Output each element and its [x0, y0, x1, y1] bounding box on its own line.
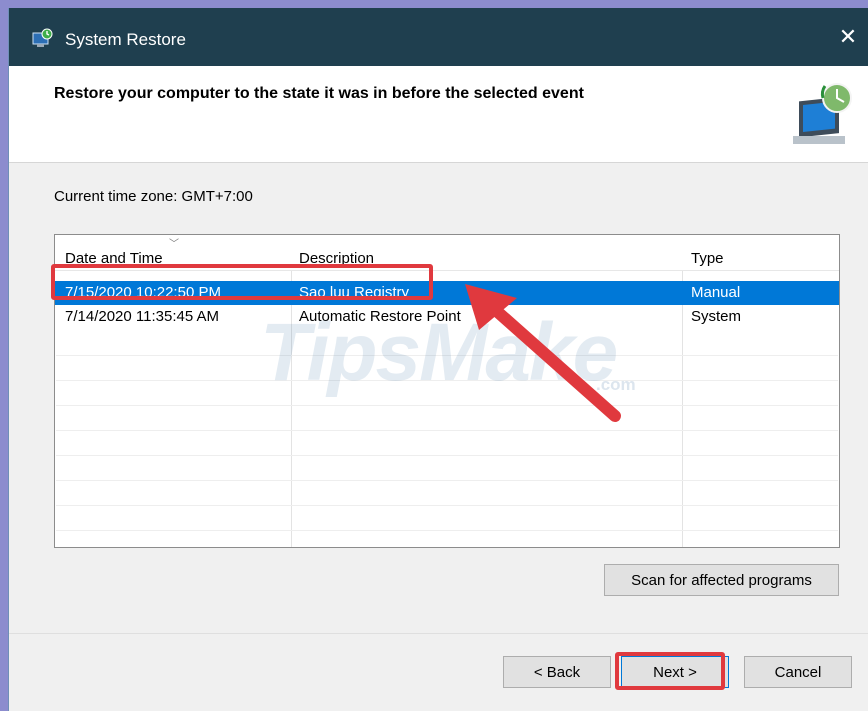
scan-affected-programs-button[interactable]: Scan for affected programs [604, 564, 839, 596]
back-button[interactable]: < Back [503, 656, 611, 688]
window-title: System Restore [65, 30, 186, 49]
row-gridline [56, 530, 838, 531]
cell-date: 7/15/2020 10:22:50 PM [65, 284, 221, 301]
column-header-type[interactable]: Type [691, 250, 724, 267]
cell-type: System [691, 308, 742, 325]
row-gridline [56, 355, 838, 356]
cancel-button[interactable]: Cancel [744, 656, 852, 688]
cell-description: Automatic Restore Point [299, 308, 461, 325]
sort-arrow-icon: ﹀ [169, 239, 179, 250]
next-button[interactable]: Next > [621, 656, 729, 688]
cell-date: 7/14/2020 11:35:45 AM [65, 308, 220, 325]
row-gridline [56, 480, 838, 481]
close-icon[interactable]: ✕ [835, 24, 861, 50]
system-restore-window: System Restore ✕ Restore your computer t… [8, 8, 868, 711]
row-gridline [56, 430, 838, 431]
title-bar: System Restore ✕ [9, 8, 868, 66]
row-gridline [56, 505, 838, 506]
table-row[interactable]: 7/15/2020 10:22:50 PM Sao luu Registry M… [55, 281, 839, 305]
cell-type: Manual [691, 284, 741, 301]
column-header-description[interactable]: Description [299, 250, 374, 267]
page-heading: Restore your computer to the state it wa… [54, 85, 584, 102]
cell-description: Sao luu Registry [299, 284, 410, 301]
column-header-date[interactable]: Date and Time [65, 250, 163, 267]
row-gridline [56, 455, 838, 456]
timezone-label: Current time zone: GMT+7:00 [54, 188, 253, 205]
row-gridline [56, 405, 838, 406]
table-row[interactable]: 7/14/2020 11:35:45 AM Automatic Restore … [55, 305, 839, 329]
row-gridline [56, 380, 838, 381]
restore-monitor-icon [793, 83, 852, 144]
system-restore-icon [32, 28, 53, 47]
table-header: ﹀ Date and Time Description Type [55, 235, 839, 271]
header-panel: Restore your computer to the state it wa… [9, 66, 868, 163]
footer-divider [9, 633, 868, 634]
restore-points-table: ﹀ Date and Time Description Type 7/15/20… [54, 234, 840, 548]
